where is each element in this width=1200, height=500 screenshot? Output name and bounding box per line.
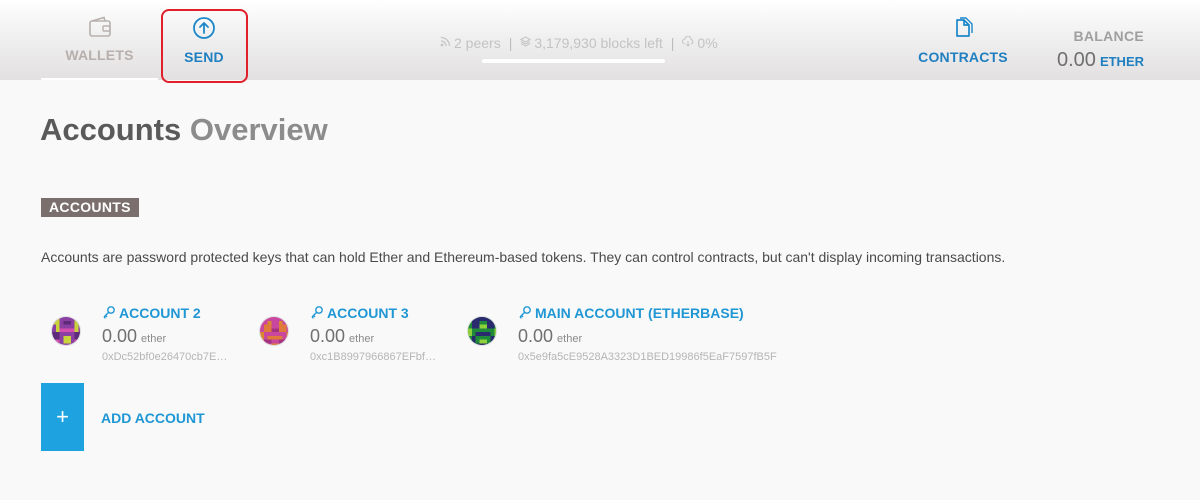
blocks-left: 3,179,930 blocks left bbox=[534, 35, 663, 51]
account-balance-value: 0.00 bbox=[518, 326, 554, 346]
total-balance-value: 0.00 bbox=[1057, 49, 1096, 71]
accounts-description: Accounts are password protected keys tha… bbox=[41, 249, 1006, 265]
account-address: 0x5e9fa5cE9528A3323D1BED19986f5EaF7597fB… bbox=[518, 351, 777, 363]
account-identicon bbox=[51, 316, 81, 346]
account-name-text: MAIN ACCOUNT (ETHERBASE) bbox=[535, 305, 744, 321]
total-balance-unit: ETHER bbox=[1099, 54, 1144, 69]
account-balance-value: 0.00 bbox=[102, 326, 138, 346]
add-account-button[interactable]: + bbox=[41, 383, 84, 451]
account-identicon bbox=[259, 316, 289, 346]
account-name-text: ACCOUNT 3 bbox=[327, 305, 409, 321]
status-divider: | bbox=[508, 35, 513, 51]
account-balance-unit: ether bbox=[141, 333, 167, 345]
document-icon bbox=[951, 16, 975, 45]
key-icon bbox=[310, 305, 324, 322]
nav-wallets-label: WALLETS bbox=[65, 46, 134, 63]
top-navigation-bar: WALLETS SEND 2 peers | 3,179,930 blocks … bbox=[0, 0, 1200, 83]
account-info: MAIN ACCOUNT (ETHERBASE) 0.00 ether 0x5e9… bbox=[518, 302, 777, 363]
account-name[interactable]: MAIN ACCOUNT (ETHERBASE) bbox=[518, 302, 777, 324]
cloud-download-icon bbox=[682, 35, 694, 50]
network-status: 2 peers | 3,179,930 blocks left | 0% bbox=[440, 35, 718, 51]
account-card[interactable]: MAIN ACCOUNT (ETHERBASE) 0.00 ether 0x5e9… bbox=[457, 302, 787, 372]
account-name-text: ACCOUNT 2 bbox=[119, 305, 201, 321]
nav-wallets[interactable]: WALLETS bbox=[41, 0, 158, 80]
account-address: 0xDc52bf0e26470cb7E… bbox=[102, 351, 228, 363]
peers-count: 2 peers bbox=[454, 35, 501, 51]
key-icon bbox=[102, 305, 116, 322]
page-title-bold: Accounts bbox=[40, 112, 182, 147]
status-divider: | bbox=[670, 35, 675, 51]
account-name[interactable]: ACCOUNT 3 bbox=[310, 302, 436, 324]
wallet-icon bbox=[88, 16, 112, 43]
page-title: Accounts Overview bbox=[40, 112, 328, 148]
nav-contracts[interactable]: CONTRACTS bbox=[918, 0, 1008, 80]
nav-send[interactable]: SEND bbox=[160, 0, 248, 80]
account-address: 0xc1B8997966867EFbf… bbox=[310, 351, 436, 363]
key-icon bbox=[518, 305, 532, 322]
page-title-light: Overview bbox=[189, 112, 328, 147]
account-balance-unit: ether bbox=[557, 333, 583, 345]
account-name[interactable]: ACCOUNT 2 bbox=[102, 302, 227, 324]
account-balance: 0.00 ether bbox=[102, 326, 227, 347]
accounts-section-badge: ACCOUNTS bbox=[41, 198, 139, 217]
total-balance: 0.00 ETHER bbox=[1057, 49, 1144, 72]
account-balance: 0.00 ether bbox=[310, 326, 436, 347]
account-balance-value: 0.00 bbox=[310, 326, 346, 346]
balance-title: BALANCE bbox=[1073, 28, 1144, 44]
nav-contracts-label: CONTRACTS bbox=[918, 48, 1008, 65]
account-info: ACCOUNT 2 0.00 ether 0xDc52bf0e26470cb7E… bbox=[102, 302, 227, 363]
account-balance: 0.00 ether bbox=[518, 326, 777, 347]
layers-icon bbox=[520, 36, 532, 50]
account-identicon bbox=[467, 316, 497, 346]
sync-percentage: 0% bbox=[697, 35, 718, 51]
sync-progress-bar bbox=[481, 58, 666, 64]
nav-send-label: SEND bbox=[184, 48, 224, 65]
add-account-label[interactable]: ADD ACCOUNT bbox=[101, 410, 205, 426]
account-info: ACCOUNT 3 0.00 ether 0xc1B8997966867EFbf… bbox=[310, 302, 436, 363]
account-card[interactable]: ACCOUNT 2 0.00 ether 0xDc52bf0e26470cb7E… bbox=[41, 302, 241, 372]
account-balance-unit: ether bbox=[349, 333, 375, 345]
arrow-up-circle-icon bbox=[192, 16, 216, 45]
signal-icon bbox=[440, 36, 451, 50]
account-card[interactable]: ACCOUNT 3 0.00 ether 0xc1B8997966867EFbf… bbox=[249, 302, 449, 372]
